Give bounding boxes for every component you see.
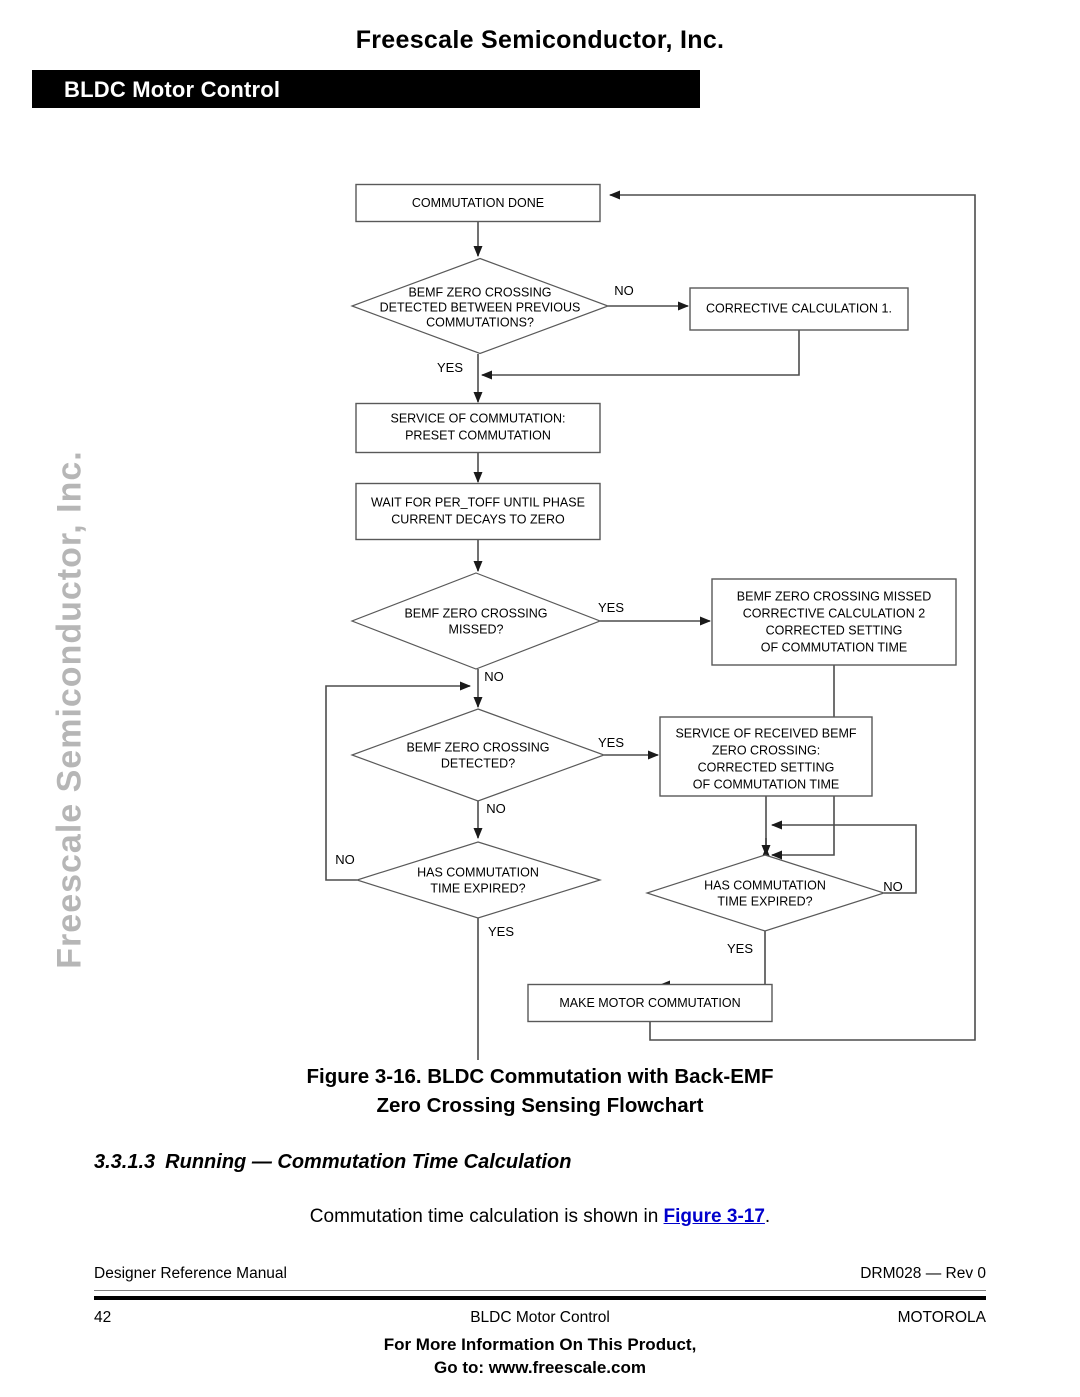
node-bemf-zc-between-line-1: DETECTED BETWEEN PREVIOUS	[380, 300, 581, 314]
node-bemf-zc-missed-line-1: MISSED?	[449, 622, 504, 636]
node-has-commutation-right-line-1: TIME EXPIRED?	[717, 894, 812, 908]
edge-label-yes-2: YES	[598, 600, 624, 615]
node-service-received-bemf-line-3: OF COMMUTATION TIME	[693, 777, 840, 791]
body-paragraph: Commutation time calculation is shown in…	[0, 1206, 1080, 1228]
node-corrective-calc-2-line-1: CORRECTIVE CALCULATION 2	[743, 606, 925, 620]
node-corrective-calc-2-line-0: BEMF ZERO CROSSING MISSED	[737, 589, 931, 603]
edge-label-no-5: NO	[883, 879, 903, 894]
paragraph-text-before: Commutation time calculation is shown in	[309, 1206, 664, 1227]
node-commutation-done: COMMUTATION DONE	[355, 183, 601, 223]
node-bemf-zc-detected-between: BEMF ZERO CROSSING DETECTED BETWEEN PREV…	[350, 257, 610, 355]
edge-label-yes-3: YES	[598, 735, 624, 750]
footer-top-row: Designer Reference Manual DRM028 — Rev 0	[94, 1265, 986, 1283]
node-service-received-bemf-line-1: ZERO CROSSING:	[712, 743, 820, 757]
edge-label-yes-5: YES	[727, 941, 753, 956]
node-service-received-bemf-line-2: CORRECTED SETTING	[698, 760, 835, 774]
footer-notice-line2: Go to: www.freescale.com	[434, 1358, 646, 1378]
node-commutation-done-line-0: COMMUTATION DONE	[412, 196, 544, 210]
node-service-received-bemf: SERVICE OF RECEIVED BEMF ZERO CROSSING: …	[659, 716, 873, 797]
footer-bottom-row: 42 BLDC Motor Control MOTOROLA	[94, 1309, 986, 1327]
node-bemf-zc-missed-line-0: BEMF ZERO CROSSING	[404, 606, 547, 620]
node-has-commutation-left-line-1: TIME EXPIRED?	[430, 881, 525, 895]
node-wait-per-toff-line-0: WAIT FOR PER_TOFF UNTIL PHASE	[371, 495, 585, 509]
node-service-received-bemf-line-0: SERVICE OF RECEIVED BEMF	[675, 726, 856, 740]
figure-caption-line1: Figure 3-16. BLDC Commutation with Back-…	[306, 1065, 774, 1088]
figure-caption-line2: Zero Crossing Sensing Flowchart	[376, 1094, 704, 1118]
section-heading: 3.3.1.3 Running — Commutation Time Calcul…	[94, 1151, 571, 1174]
edge-label-yes-1: YES	[437, 360, 463, 375]
footer-chapter-name: BLDC Motor Control	[470, 1309, 610, 1326]
node-bemf-zc-missed: BEMF ZERO CROSSING MISSED?	[350, 572, 602, 670]
node-corrective-calculation-1: CORRECTIVE CALCULATION 1.	[689, 287, 909, 331]
node-bemf-zc-detected: BEMF ZERO CROSSING DETECTED?	[350, 708, 606, 802]
node-has-commutation-expired-left: HAS COMMUTATION TIME EXPIRED?	[354, 841, 603, 919]
footer-document-id: DRM028 — Rev 0	[860, 1265, 986, 1282]
flowchart-svg: COMMUTATION DONE BEMF ZERO CROSSING DETE…	[325, 183, 976, 1060]
node-has-commutation-left-line-0: HAS COMMUTATION	[417, 865, 539, 879]
paragraph-text-after: .	[764, 1206, 771, 1227]
node-wait-per-toff-line-1: CURRENT DECAYS TO ZERO	[391, 512, 565, 526]
node-wait-for-per-toff: WAIT FOR PER_TOFF UNTIL PHASE CURRENT DE…	[355, 482, 601, 541]
node-make-motor-commutation-line-0: MAKE MOTOR COMMUTATION	[559, 996, 740, 1010]
node-bemf-zc-detected-line-1: DETECTED?	[441, 756, 515, 770]
node-bemf-zc-detected-line-0: BEMF ZERO CROSSING	[406, 740, 549, 754]
node-has-commutation-expired-right: HAS COMMUTATION TIME EXPIRED?	[645, 854, 886, 932]
edge-label-no-4: NO	[335, 852, 355, 867]
footer-product-notice: For More Information On This Product, Go…	[0, 1333, 1080, 1380]
node-bemf-zc-between-line-0: BEMF ZERO CROSSING	[408, 285, 551, 299]
node-corrective-calculation-2: BEMF ZERO CROSSING MISSED CORRECTIVE CAL…	[711, 578, 957, 666]
flowchart-figure: COMMUTATION DONE BEMF ZERO CROSSING DETE…	[0, 160, 1080, 1060]
flowchart-nodes: COMMUTATION DONE BEMF ZERO CROSSING DETE…	[350, 183, 957, 1023]
footer-notice-line1: For More Information On This Product,	[383, 1335, 697, 1354]
page-header-company: Freescale Semiconductor, Inc.	[355, 26, 725, 54]
node-corrective-calc-1-line-0: CORRECTIVE CALCULATION 1.	[706, 301, 892, 315]
node-service-of-commutation: SERVICE OF COMMUTATION: PRESET COMMUTATI…	[355, 402, 601, 454]
node-service-commutation-line-1: PRESET COMMUTATION	[405, 428, 551, 442]
node-corrective-calc-2-line-2: CORRECTED SETTING	[766, 623, 903, 637]
section-title: Running — Commutation Time Calculation	[165, 1151, 572, 1173]
figure-caption: Figure 3-16. BLDC Commutation with Back-…	[0, 1062, 1080, 1120]
node-make-motor-commutation: MAKE MOTOR COMMUTATION	[527, 983, 773, 1023]
footer-manual-title: Designer Reference Manual	[94, 1265, 287, 1282]
footer-divider-thick	[94, 1296, 986, 1300]
footer-divider-thin	[94, 1290, 986, 1291]
node-service-commutation-line-0: SERVICE OF COMMUTATION:	[390, 411, 565, 425]
chapter-header-label: BLDC Motor Control	[64, 77, 281, 102]
edge-label-no-2: NO	[484, 669, 504, 684]
edge-label-no-1: NO	[614, 283, 634, 298]
node-bemf-zc-between-line-2: COMMUTATIONS?	[426, 315, 534, 329]
figure-3-17-link[interactable]: Figure 3-17	[664, 1206, 765, 1227]
node-has-commutation-right-line-0: HAS COMMUTATION	[704, 878, 826, 892]
node-corrective-calc-2-line-3: OF COMMUTATION TIME	[761, 640, 908, 654]
edge-label-yes-4: YES	[488, 924, 514, 939]
edge-label-no-3: NO	[486, 801, 506, 816]
section-number: 3.3.1.3	[94, 1151, 156, 1173]
